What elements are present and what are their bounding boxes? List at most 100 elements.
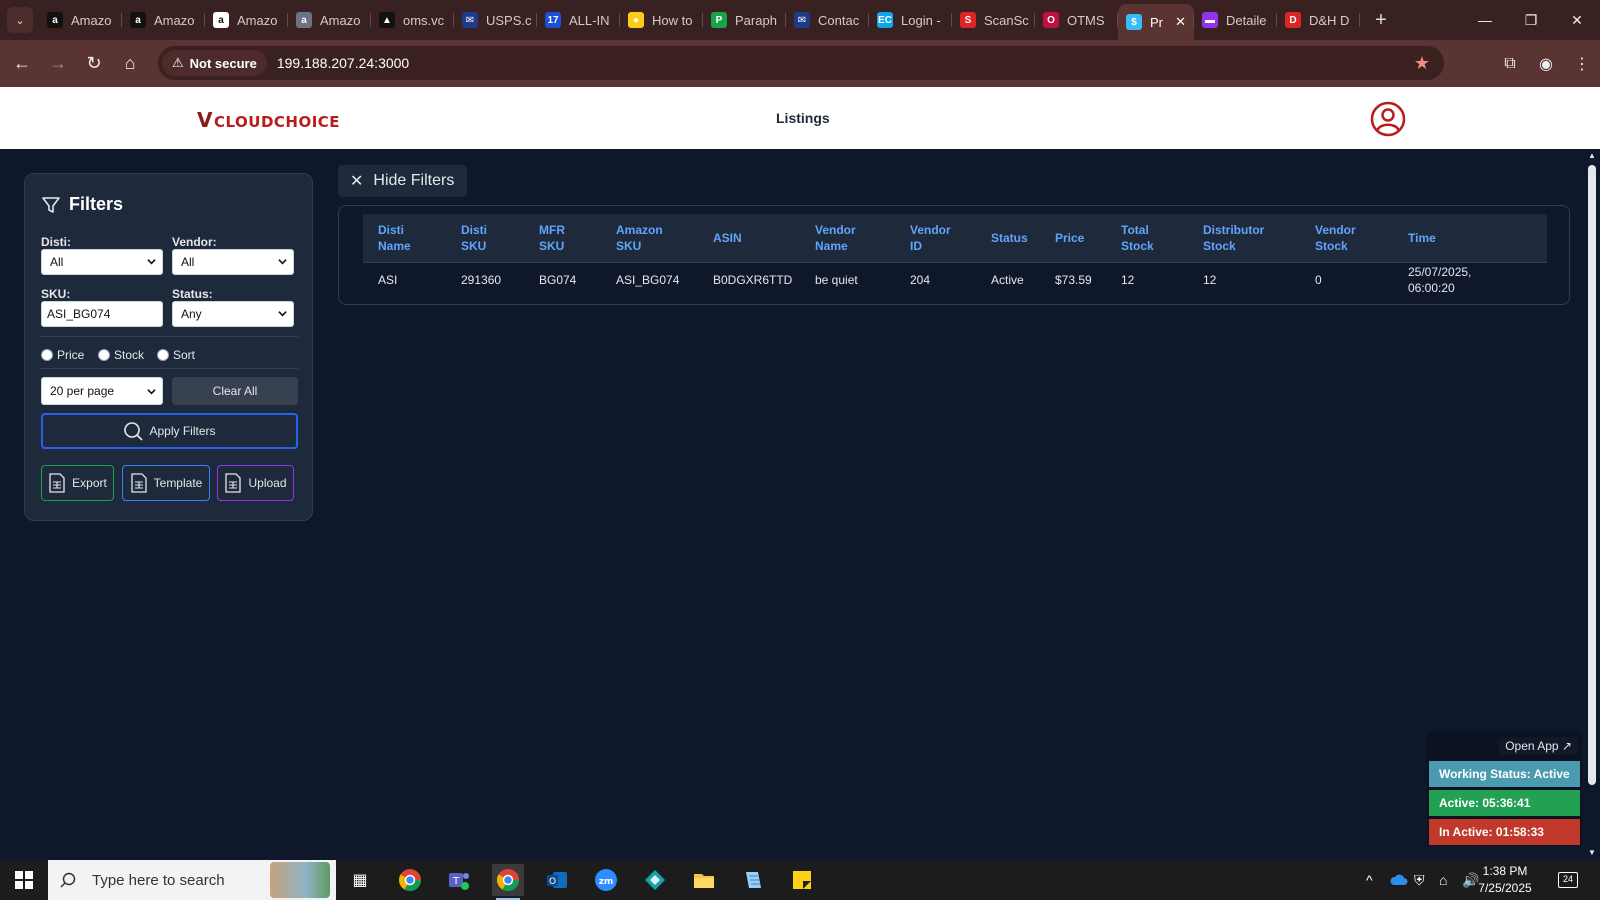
column-header[interactable]: Vendor Name xyxy=(815,222,856,254)
taskbar-clock[interactable]: 1:38 PM 7/25/2025 xyxy=(1465,863,1545,897)
open-app-button[interactable]: Open App ↗ xyxy=(1499,737,1578,755)
vendor-select[interactable]: All xyxy=(172,249,294,275)
column-header[interactable]: Vendor Stock xyxy=(1315,222,1356,254)
sticky-notes-icon[interactable] xyxy=(786,864,818,896)
browser-tab[interactable]: O OTMS xyxy=(1035,4,1118,36)
browser-tab[interactable]: EC Login - xyxy=(869,4,952,36)
browser-tab[interactable]: a Amazo xyxy=(205,4,288,36)
radio-stock[interactable]: Stock xyxy=(98,348,144,362)
column-header-text: MFR xyxy=(539,223,565,237)
tab-label: ScanSc xyxy=(984,12,1029,28)
taskbar-search[interactable]: Type here to search xyxy=(48,860,336,900)
column-header-text: Stock xyxy=(1203,239,1236,253)
network-icon[interactable]: ⌂ xyxy=(1439,860,1447,900)
outlook-icon[interactable]: O xyxy=(541,864,573,896)
disti-label: Disti: xyxy=(41,235,71,249)
radio-circle[interactable] xyxy=(157,349,169,361)
upload-button[interactable]: Upload xyxy=(217,465,294,501)
column-header[interactable]: ASIN xyxy=(713,230,742,246)
sku-input[interactable]: ASI_BG074 xyxy=(41,301,163,327)
browser-tab[interactable]: a Amazo xyxy=(288,4,371,36)
disti-select[interactable]: All xyxy=(41,249,163,275)
column-header[interactable]: Disti Name xyxy=(378,222,411,254)
chrome-icon[interactable] xyxy=(394,864,426,896)
radio-circle[interactable] xyxy=(98,349,110,361)
column-header[interactable]: Amazon SKU xyxy=(616,222,663,254)
show-hidden-icons[interactable]: ^ xyxy=(1366,860,1373,900)
close-window-icon[interactable]: ✕ xyxy=(1554,0,1600,40)
upload-label: Upload xyxy=(248,476,287,490)
app-logo[interactable]: VCLOUDCHOICE xyxy=(197,108,340,132)
browser-tab[interactable]: a Amazo xyxy=(39,4,122,36)
column-header[interactable]: Price xyxy=(1055,230,1084,246)
browser-tab[interactable]: D D&H D xyxy=(1277,4,1360,36)
tab-search-button[interactable]: ⌄ xyxy=(7,7,33,33)
table-cell: 12 xyxy=(1121,273,1135,287)
notifications-icon[interactable]: 24 xyxy=(1558,860,1578,900)
filters-panel: Filters Disti: All Vendor: All SKU: ASI_… xyxy=(24,173,313,521)
teams-icon[interactable]: T xyxy=(443,864,475,896)
address-bar[interactable]: ⚠ Not secure 199.188.207.24:3000 ★ xyxy=(158,46,1444,80)
forward-icon[interactable]: → xyxy=(40,46,76,82)
app-diamond-icon[interactable] xyxy=(639,864,671,896)
export-button[interactable]: Export xyxy=(41,465,114,501)
hide-filters-button[interactable]: ✕ Hide Filters xyxy=(338,165,467,197)
column-header[interactable]: Distributor Stock xyxy=(1203,222,1264,254)
inactive-time-bar: In Active: 01:58:33 xyxy=(1429,819,1580,845)
radio-circle[interactable] xyxy=(41,349,53,361)
onedrive-icon[interactable] xyxy=(1390,860,1408,900)
browser-tab[interactable]: $ Pr ✕ xyxy=(1118,4,1194,40)
chrome-profile-icon[interactable] xyxy=(492,864,524,900)
restore-icon[interactable]: ❐ xyxy=(1508,0,1554,40)
column-header[interactable]: Time xyxy=(1408,230,1436,246)
column-header[interactable]: Disti SKU xyxy=(461,222,487,254)
template-button[interactable]: Template xyxy=(122,465,210,501)
browser-tab[interactable]: ✉ USPS.c xyxy=(454,4,537,36)
browser-tab[interactable]: a Amazo xyxy=(122,4,205,36)
radio-price[interactable]: Price xyxy=(41,348,84,362)
apply-filters-button[interactable]: Apply Filters xyxy=(41,413,298,449)
column-header[interactable]: Status xyxy=(991,230,1028,246)
task-view-icon[interactable]: ▦ xyxy=(344,864,376,896)
profile-icon[interactable]: ◉ xyxy=(1528,46,1564,82)
url-text[interactable]: 199.188.207.24:3000 xyxy=(277,55,409,71)
browser-tab[interactable]: ✉ Contac xyxy=(786,4,869,36)
security-tray-icon[interactable]: ⛨ xyxy=(1414,860,1425,900)
radio-sort[interactable]: Sort xyxy=(157,348,195,362)
scrollbar-thumb[interactable] xyxy=(1588,165,1596,785)
browser-tab[interactable]: ● How to xyxy=(620,4,703,36)
column-header-text: Disti xyxy=(461,223,488,237)
column-header[interactable]: MFR SKU xyxy=(539,222,565,254)
file-explorer-icon[interactable] xyxy=(688,864,720,896)
page-scrollbar[interactable]: ▲ ▼ xyxy=(1584,149,1600,860)
security-chip[interactable]: ⚠ Not secure xyxy=(162,50,267,76)
browser-tab[interactable]: ▬ Detaile xyxy=(1194,4,1277,36)
clear-all-button[interactable]: Clear All xyxy=(172,377,298,405)
new-tab-button[interactable]: + xyxy=(1366,9,1396,32)
status-select[interactable]: Any xyxy=(172,301,294,327)
tab-label: USPS.c xyxy=(486,12,532,28)
minimize-icon[interactable]: — xyxy=(1462,0,1508,40)
browser-tab[interactable]: 17 ALL-IN xyxy=(537,4,620,36)
nav-listings[interactable]: Listings xyxy=(776,110,830,126)
column-header[interactable]: Total Stock xyxy=(1121,222,1154,254)
bookmark-star-icon[interactable]: ★ xyxy=(1414,53,1430,74)
home-icon[interactable]: ⌂ xyxy=(112,46,148,82)
scroll-up-icon[interactable]: ▲ xyxy=(1588,151,1596,160)
browser-tab[interactable]: ▲ oms.vc xyxy=(371,4,454,36)
per-page-select[interactable]: 20 per page xyxy=(41,377,163,405)
menu-icon[interactable]: ⋮ xyxy=(1564,46,1600,82)
column-header[interactable]: Vendor ID xyxy=(910,222,951,254)
tab-close-icon[interactable]: ✕ xyxy=(1175,14,1186,30)
reload-icon[interactable]: ↻ xyxy=(76,46,112,82)
user-avatar-icon[interactable] xyxy=(1370,101,1406,137)
zoom-icon[interactable]: zm xyxy=(590,864,622,896)
back-icon[interactable]: ← xyxy=(4,46,40,82)
windows-start-button[interactable] xyxy=(0,860,48,900)
browser-tab[interactable]: S ScanSc xyxy=(952,4,1035,36)
notepad-icon[interactable] xyxy=(737,864,769,896)
extensions-icon[interactable]: ⧉ xyxy=(1492,46,1528,82)
security-label: Not secure xyxy=(189,55,257,71)
scroll-down-icon[interactable]: ▼ xyxy=(1588,848,1596,857)
browser-tab[interactable]: P Paraph xyxy=(703,4,786,36)
